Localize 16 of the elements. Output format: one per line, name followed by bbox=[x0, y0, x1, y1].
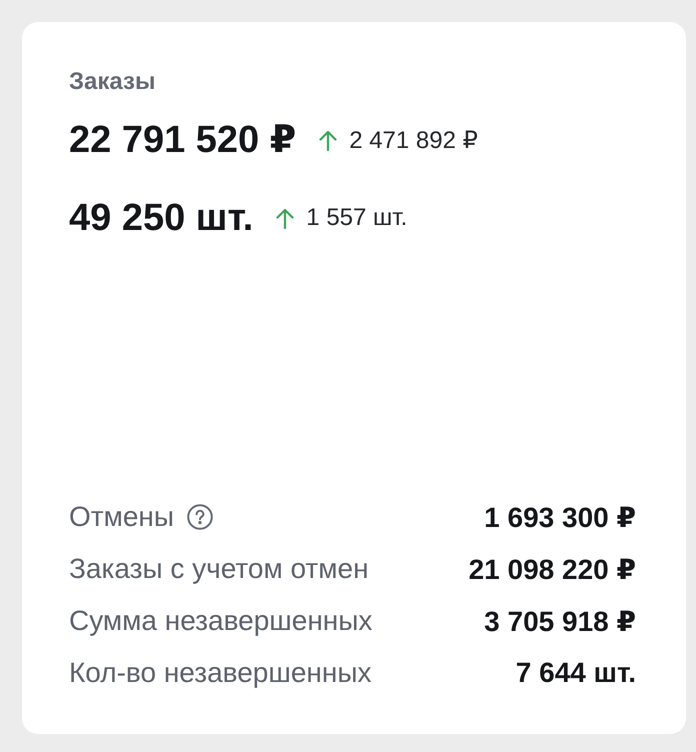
up-arrow-icon bbox=[275, 207, 296, 229]
detail-label: Отмены bbox=[69, 501, 174, 533]
help-icon[interactable] bbox=[187, 504, 214, 530]
detail-value: 1 693 300 ₽ bbox=[484, 500, 636, 534]
detail-value: 7 644 шт. bbox=[516, 657, 636, 689]
detail-label: Кол-во незавершенных bbox=[69, 657, 372, 689]
detail-value: 21 098 220 ₽ bbox=[468, 552, 636, 586]
up-arrow-icon bbox=[318, 129, 338, 151]
metric-value: 22 791 520 ₽ bbox=[69, 118, 296, 163]
change-value: 1 557 шт. bbox=[306, 204, 408, 232]
detail-label: Заказы с учетом отмен bbox=[69, 553, 369, 585]
metric-value: 49 250 шт. bbox=[69, 196, 254, 241]
card-title: Заказы bbox=[69, 68, 156, 96]
detail-label: Сумма незавершенных bbox=[69, 605, 372, 637]
change-value: 2 471 892 ₽ bbox=[349, 126, 478, 154]
detail-value: 3 705 918 ₽ bbox=[484, 604, 636, 638]
